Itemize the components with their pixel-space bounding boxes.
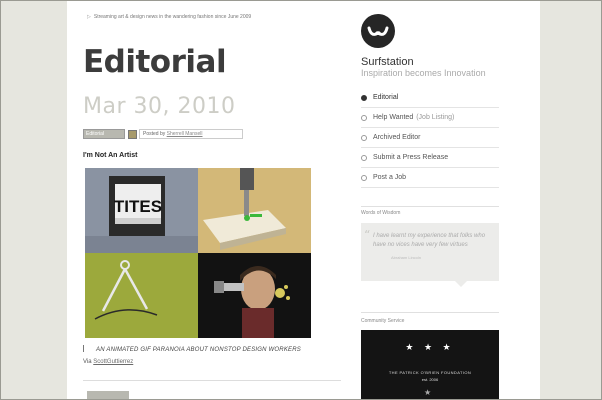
author-avatar xyxy=(128,130,137,139)
image-sign-text: TITES xyxy=(114,197,162,216)
post-meta: Editorial Posted by Sherrell Mansell xyxy=(83,129,243,140)
post-title[interactable]: I'm Not An Artist xyxy=(83,152,137,159)
nav-label-extra: (Job Listing) xyxy=(416,114,455,121)
nav-label: Help Wanted xyxy=(373,114,414,121)
arrow-icon: ▷ xyxy=(87,14,91,20)
next-post-tag[interactable] xyxy=(87,391,129,400)
nav-label: Submit a Press Release xyxy=(373,154,449,161)
tagline-text: Streaming art & design news in the wande… xyxy=(93,14,252,20)
via-line: Via ScottGuttierrez xyxy=(83,359,133,365)
site-tagline-header: ▷ Streaming art & design news in the wand… xyxy=(87,14,251,20)
image-panel-drill xyxy=(198,168,311,253)
sidebar-divider xyxy=(361,206,499,207)
via-link[interactable]: ScottGuttierrez xyxy=(93,359,133,365)
bullet-icon xyxy=(361,134,367,141)
nav-label: Post a Job xyxy=(373,174,407,181)
quote-text: I have learnt my experience that folks w… xyxy=(373,233,486,248)
site-tagline: Inspiration becomes Innovation xyxy=(361,68,486,78)
author-link[interactable]: Sherrell Mansell xyxy=(167,131,203,137)
nav-label: Editorial xyxy=(373,94,399,101)
posted-by: Posted by Sherrell Mansell xyxy=(139,129,243,139)
bullet-icon xyxy=(361,154,367,161)
posted-by-label: Posted by xyxy=(143,131,166,137)
quote-box: “ I have learnt my experience that folks… xyxy=(361,223,499,281)
post-date: Mar 30, 2010 xyxy=(83,94,236,119)
nav-item-archived-editor[interactable]: Archived Editor xyxy=(361,128,499,148)
image-panel-worker xyxy=(198,253,311,338)
caption-divider xyxy=(83,345,84,352)
category-tag[interactable]: Editorial xyxy=(83,129,125,139)
nav-item-post-a-job[interactable]: Post a Job xyxy=(361,168,499,188)
community-service-title: Community Service xyxy=(361,318,405,324)
star-icon: ★ xyxy=(424,388,432,397)
words-of-wisdom-title: Words of Wisdom xyxy=(361,210,401,216)
caption-text: AN ANIMATED GIF PARANOIA ABOUT NONSTOP D… xyxy=(96,347,301,353)
page-content: ▷ Streaming art & design news in the wand… xyxy=(67,0,540,400)
site-name[interactable]: Surfstation xyxy=(361,56,414,68)
post-image: TITES xyxy=(85,168,311,338)
image-panel-sign: TITES xyxy=(85,168,198,253)
quote-author: Abraham Lincoln xyxy=(391,255,422,260)
post-divider xyxy=(83,380,341,381)
sidebar-nav: Editorial Help Wanted (Job Listing) Archi… xyxy=(361,88,499,188)
image-panel-compass xyxy=(85,253,198,338)
site-logo[interactable] xyxy=(361,14,395,48)
bullet-icon xyxy=(361,114,367,121)
page-title: Editorial xyxy=(83,44,227,80)
nav-label: Archived Editor xyxy=(373,134,421,141)
image-caption: AN ANIMATED GIF PARANOIA ABOUT NONSTOP D… xyxy=(83,345,301,353)
sidebar: Surfstation Inspiration becomes Innovati… xyxy=(361,0,499,400)
nav-item-submit-press-release[interactable]: Submit a Press Release xyxy=(361,148,499,168)
stars-icon: ★ ★ ★ xyxy=(405,342,455,352)
community-promo-banner[interactable]: ★ ★ ★ THE PATRICK O'BRIEN FOUNDATION est… xyxy=(361,330,499,400)
nav-item-help-wanted[interactable]: Help Wanted (Job Listing) xyxy=(361,108,499,128)
quote-tail xyxy=(455,281,467,287)
bullet-icon xyxy=(361,174,367,181)
promo-subtitle: est. 2006 xyxy=(421,377,439,382)
via-label: Via xyxy=(83,359,92,365)
quote-mark-icon: “ xyxy=(364,228,371,242)
promo-title: THE PATRICK O'BRIEN FOUNDATION xyxy=(388,370,472,375)
nav-item-editorial[interactable]: Editorial xyxy=(361,88,499,108)
sidebar-divider xyxy=(361,312,499,313)
bullet-icon xyxy=(361,94,367,101)
